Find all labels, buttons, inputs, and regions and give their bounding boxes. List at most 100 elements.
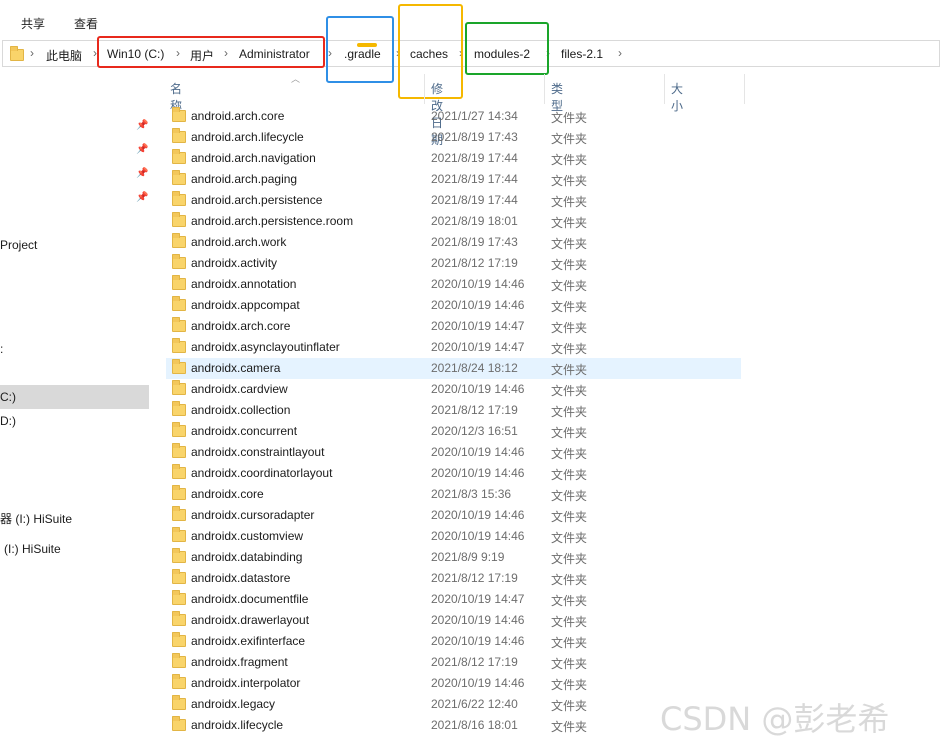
file-name[interactable]: android.arch.core (191, 109, 284, 123)
file-name[interactable]: androidx.databinding (191, 550, 302, 564)
file-name[interactable]: android.arch.persistence.room (191, 214, 353, 228)
file-row[interactable]: androidx.camera 2021/8/24 18:12 文件夹 (166, 358, 741, 379)
folder-icon (172, 317, 186, 332)
file-name[interactable]: androidx.legacy (191, 697, 275, 711)
file-row[interactable]: androidx.core 2021/8/3 15:36 文件夹 (166, 484, 741, 505)
file-type: 文件夹 (551, 279, 588, 293)
file-row[interactable]: androidx.exifinterface 2020/10/19 14:46 文件… (166, 631, 741, 652)
file-row[interactable]: androidx.cardview 2020/10/19 14:46 文件夹 (166, 379, 741, 400)
file-name[interactable]: androidx.collection (191, 403, 290, 417)
file-name[interactable]: androidx.fragment (191, 655, 288, 669)
sidebar-item-hisuite-drive[interactable]: (I:) HiSuite (4, 542, 61, 556)
file-name[interactable]: androidx.datastore (191, 571, 290, 585)
file-type: 文件夹 (551, 153, 588, 167)
file-row[interactable]: android.arch.work 2021/8/19 17:43 文件夹 (166, 232, 741, 253)
file-list: ︿ 名称 修改日期 类型 大小 android.arch.core 2021/1/… (150, 68, 941, 743)
file-type: 文件夹 (551, 468, 588, 482)
pin-icon[interactable]: 📌 (136, 192, 148, 203)
sidebar-item-drive-c[interactable]: C:) (0, 390, 16, 404)
sidebar-item-drive-d[interactable]: D:) (0, 414, 16, 428)
file-row[interactable]: androidx.datastore 2021/8/12 17:19 文件夹 (166, 568, 741, 589)
file-name[interactable]: android.arch.lifecycle (191, 130, 304, 144)
tab-share[interactable]: 共享 (21, 15, 45, 32)
file-name[interactable]: android.arch.work (191, 235, 286, 249)
column-divider[interactable] (544, 74, 545, 104)
file-row[interactable]: androidx.fragment 2021/8/12 17:19 文件夹 (166, 652, 741, 673)
file-name[interactable]: android.arch.persistence (191, 193, 322, 207)
file-row[interactable]: androidx.cursoradapter 2020/10/19 14:46 文件… (166, 505, 741, 526)
file-name[interactable]: androidx.customview (191, 529, 303, 543)
file-name[interactable]: androidx.arch.core (191, 319, 290, 333)
file-name[interactable]: androidx.exifinterface (191, 634, 305, 648)
column-divider[interactable] (424, 74, 425, 104)
file-modified-date: 2021/8/12 17:19 (431, 571, 518, 585)
file-name[interactable]: androidx.annotation (191, 277, 296, 291)
file-name[interactable]: androidx.camera (191, 361, 280, 375)
pin-icon[interactable]: 📌 (136, 144, 148, 155)
file-name[interactable]: androidx.lifecycle (191, 718, 283, 732)
breadcrumb-this-pc[interactable]: 此电脑 (46, 47, 82, 64)
folder-icon (172, 275, 186, 290)
breadcrumb-files-2-1[interactable]: files-2.1 (561, 47, 603, 61)
file-row[interactable]: androidx.lifecycle 2021/8/16 18:01 文件夹 (166, 715, 741, 736)
file-row[interactable]: androidx.coordinatorlayout 2020/10/19 14:… (166, 463, 741, 484)
folder-icon (172, 170, 186, 185)
file-name[interactable]: androidx.appcompat (191, 298, 300, 312)
chevron-right-icon[interactable]: › (618, 46, 622, 60)
file-modified-date: 2021/8/12 17:19 (431, 403, 518, 417)
file-type: 文件夹 (551, 594, 588, 608)
folder-icon (172, 212, 186, 227)
file-row[interactable]: android.arch.paging 2021/8/19 17:44 文件夹 (166, 169, 741, 190)
file-type: 文件夹 (551, 132, 588, 146)
file-name[interactable]: android.arch.navigation (191, 151, 316, 165)
file-row[interactable]: androidx.constraintlayout 2020/10/19 14:4… (166, 442, 741, 463)
file-name[interactable]: androidx.asynclayoutinflater (191, 340, 340, 354)
file-name[interactable]: androidx.core (191, 487, 264, 501)
file-row[interactable]: android.arch.core 2021/1/27 14:34 文件夹 (166, 106, 741, 127)
file-name[interactable]: android.arch.paging (191, 172, 297, 186)
file-row[interactable]: android.arch.persistence 2021/8/19 17:44 文… (166, 190, 741, 211)
file-name[interactable]: androidx.activity (191, 256, 277, 270)
file-row[interactable]: androidx.databinding 2021/8/9 9:19 文件夹 (166, 547, 741, 568)
file-name[interactable]: androidx.constraintlayout (191, 445, 324, 459)
file-row[interactable]: androidx.concurrent 2020/12/3 16:51 文件夹 (166, 421, 741, 442)
pin-icon[interactable]: 📌 (136, 120, 148, 131)
file-name[interactable]: androidx.drawerlayout (191, 613, 309, 627)
file-name[interactable]: androidx.cardview (191, 382, 288, 396)
file-modified-date: 2021/1/27 14:34 (431, 109, 518, 123)
tab-view[interactable]: 查看 (74, 15, 98, 32)
file-row[interactable]: androidx.drawerlayout 2020/10/19 14:46 文件夹 (166, 610, 741, 631)
file-row[interactable]: android.arch.persistence.room 2021/8/19 1… (166, 211, 741, 232)
file-type: 文件夹 (551, 321, 588, 335)
sidebar-item-project[interactable]: Project (0, 238, 37, 252)
pin-icon[interactable]: 📌 (136, 168, 148, 179)
file-row[interactable]: android.arch.lifecycle 2021/8/19 17:43 文件夹 (166, 127, 741, 148)
file-modified-date: 2021/8/19 17:44 (431, 172, 518, 186)
file-row[interactable]: androidx.asynclayoutinflater 2020/10/19 1… (166, 337, 741, 358)
file-row[interactable]: androidx.customview 2020/10/19 14:46 文件夹 (166, 526, 741, 547)
chevron-right-icon[interactable]: › (30, 46, 34, 60)
file-row[interactable]: androidx.annotation 2020/10/19 14:46 文件夹 (166, 274, 741, 295)
file-row[interactable]: androidx.interpolator 2020/10/19 14:46 文件夹 (166, 673, 741, 694)
file-row[interactable]: androidx.arch.core 2020/10/19 14:47 文件夹 (166, 316, 741, 337)
file-type: 文件夹 (551, 195, 588, 209)
file-type: 文件夹 (551, 489, 588, 503)
file-modified-date: 2021/8/19 17:43 (431, 130, 518, 144)
file-modified-date: 2020/12/3 16:51 (431, 424, 518, 438)
file-name[interactable]: androidx.cursoradapter (191, 508, 314, 522)
folder-icon (172, 611, 186, 626)
file-row[interactable]: androidx.collection 2021/8/12 17:19 文件夹 (166, 400, 741, 421)
file-row[interactable]: androidx.appcompat 2020/10/19 14:46 文件夹 (166, 295, 741, 316)
sidebar-item-colon[interactable]: : (0, 342, 3, 356)
file-row[interactable]: androidx.documentfile 2020/10/19 14:47 文件夹 (166, 589, 741, 610)
file-name[interactable]: androidx.coordinatorlayout (191, 466, 332, 480)
file-row[interactable]: androidx.activity 2021/8/12 17:19 文件夹 (166, 253, 741, 274)
file-name[interactable]: androidx.concurrent (191, 424, 297, 438)
column-divider[interactable] (664, 74, 665, 104)
file-row[interactable]: androidx.legacy 2021/6/22 12:40 文件夹 (166, 694, 741, 715)
sidebar-item-hisuite-device[interactable]: 器 (I:) HiSuite (0, 510, 72, 527)
file-name[interactable]: androidx.documentfile (191, 592, 308, 606)
file-name[interactable]: androidx.interpolator (191, 676, 300, 690)
file-row[interactable]: android.arch.navigation 2021/8/19 17:44 文件… (166, 148, 741, 169)
column-divider[interactable] (744, 74, 745, 104)
